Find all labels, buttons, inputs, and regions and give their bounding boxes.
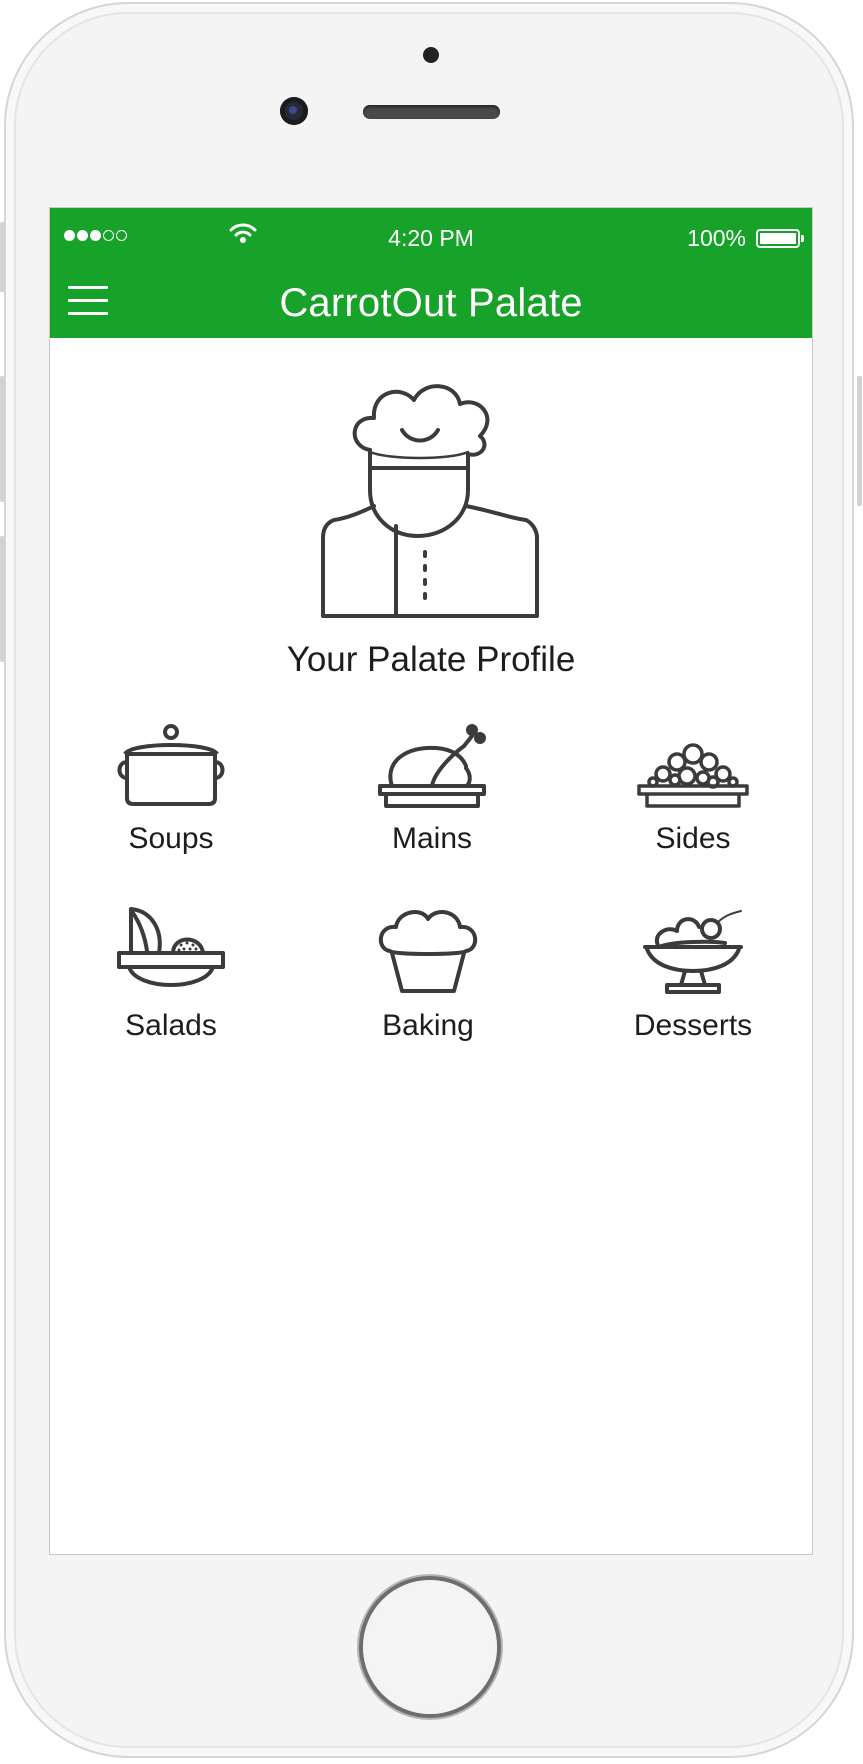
navigation-bar: 4:20 PM 100% CarrotOut Palate (50, 208, 812, 338)
category-label: Salads (125, 1009, 217, 1042)
category-soups[interactable]: Soups (81, 718, 261, 878)
dessert-cup-icon (643, 910, 743, 994)
silent-switch (0, 222, 5, 292)
category-label: Sides (655, 822, 731, 855)
salad-bowl-icon (117, 907, 225, 987)
soup-pot-icon (117, 724, 225, 806)
front-camera (280, 97, 308, 125)
volume-up-button (0, 376, 5, 502)
volume-down-button (0, 536, 5, 662)
category-mains[interactable]: Mains (342, 718, 522, 878)
category-label: Baking (382, 1009, 474, 1042)
category-desserts[interactable]: Desserts (603, 905, 783, 1065)
side-dish-icon (637, 743, 749, 808)
category-salads[interactable]: Salads (81, 905, 261, 1065)
earpiece-speaker (363, 105, 500, 119)
battery-full-icon (756, 229, 804, 248)
app-title: CarrotOut Palate (279, 281, 583, 325)
palate-profile-title[interactable]: Your Palate Profile (50, 640, 812, 680)
status-bar: 4:20 PM 100% (50, 216, 812, 256)
roast-chicken-icon (378, 724, 486, 808)
app-screen: 4:20 PM 100% CarrotOut Palate Your Palat… (49, 207, 813, 1555)
category-baking[interactable]: Baking (338, 905, 518, 1065)
chef-icon[interactable] (320, 378, 540, 618)
category-label: Soups (128, 822, 214, 855)
category-label: Mains (391, 822, 473, 855)
battery-percentage: 100% (687, 225, 746, 251)
category-label: Desserts (633, 1009, 753, 1042)
power-button (857, 376, 862, 506)
home-button[interactable] (363, 1580, 497, 1714)
category-sides[interactable]: Sides (603, 718, 783, 878)
muffin-icon (379, 910, 477, 993)
proximity-sensor (423, 47, 439, 63)
